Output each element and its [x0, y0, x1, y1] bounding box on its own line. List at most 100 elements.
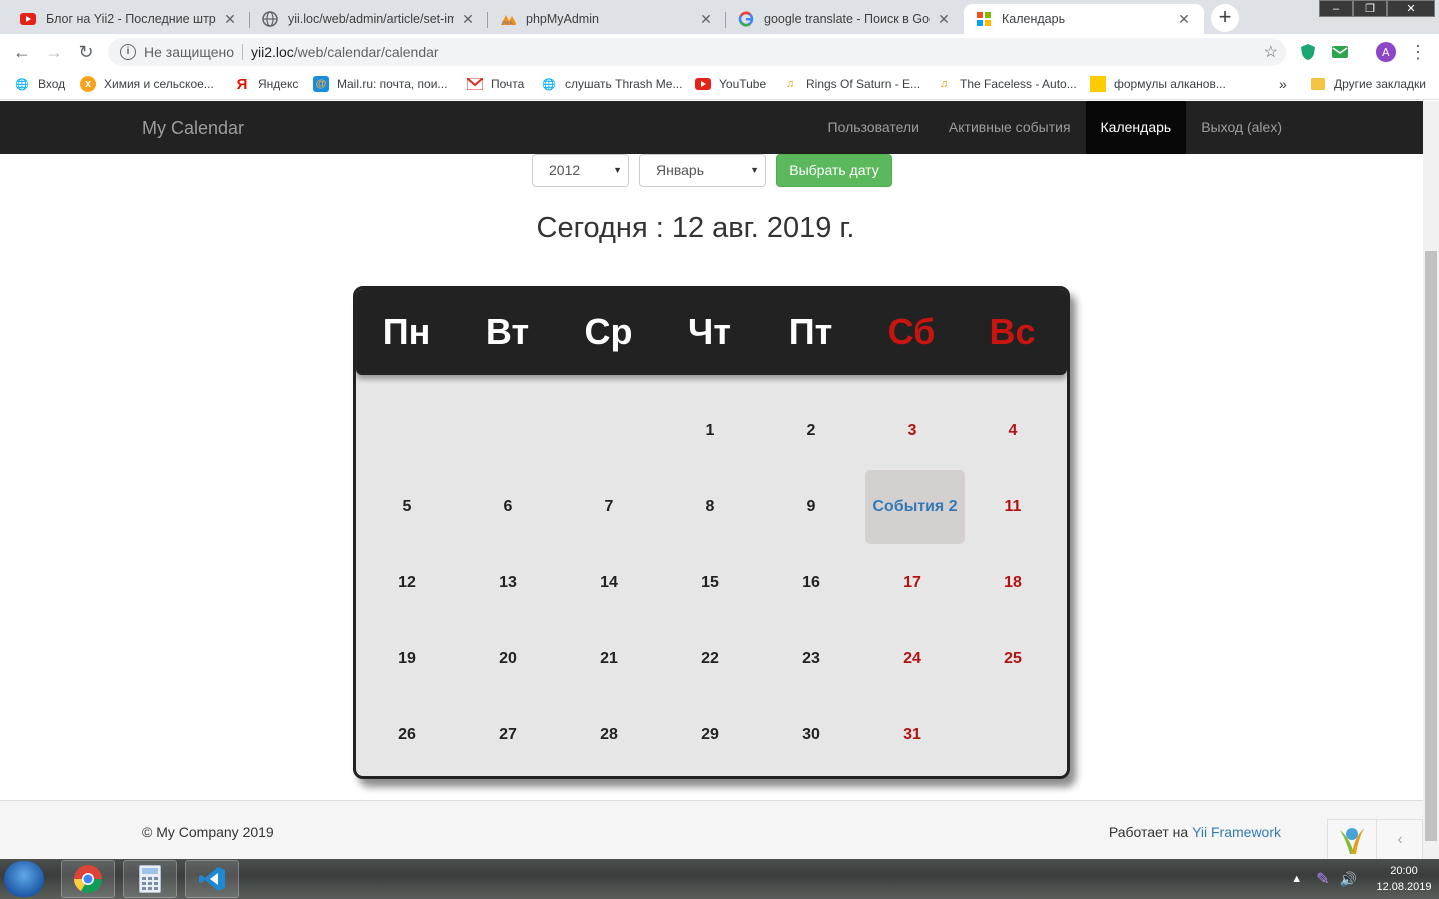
close-tab-icon[interactable]: ✕ — [460, 11, 476, 28]
avatar[interactable]: A — [1376, 42, 1396, 62]
window-controls: – ❐ ✕ — [1319, 0, 1435, 17]
page-scrollbar[interactable] — [1423, 101, 1439, 859]
yii-framework-link[interactable]: Yii Framework — [1192, 824, 1281, 840]
maximize-button[interactable]: ❐ — [1353, 0, 1387, 17]
close-tab-icon[interactable]: ✕ — [936, 11, 952, 28]
calendar-day[interactable]: 14 — [559, 546, 659, 620]
browser-tab[interactable]: Блог на Yii2 - Последние штрихи ✕ — [8, 4, 250, 34]
bookmarks-more-button[interactable]: » — [1279, 76, 1287, 92]
calendar-day[interactable]: 7 — [559, 470, 659, 544]
calendar-day[interactable]: 13 — [458, 546, 558, 620]
minimize-button[interactable]: – — [1319, 0, 1353, 17]
feather-tray-icon[interactable]: ✎ — [1316, 869, 1329, 889]
browser-tab[interactable]: yii.loc/web/admin/article/set-image ✕ — [250, 4, 488, 34]
forward-icon[interactable]: → — [42, 40, 66, 64]
menu-icon[interactable]: ⋮ — [1408, 42, 1428, 62]
gmail-icon — [467, 76, 483, 92]
close-tab-icon[interactable]: ✕ — [1176, 11, 1192, 28]
nav-logout[interactable]: Выход (alex) — [1186, 101, 1297, 154]
bookmark-item[interactable]: @ Mail.ru: почта, пои... — [313, 76, 447, 92]
mail-extension-icon[interactable] — [1330, 42, 1350, 62]
calendar-day[interactable]: 17 — [862, 546, 962, 620]
calculator-taskbar-icon[interactable] — [123, 860, 177, 898]
calendar-day[interactable]: 24 — [862, 622, 962, 696]
volume-icon[interactable]: 🔊 — [1340, 871, 1357, 888]
calendar-day[interactable]: 25 — [963, 622, 1063, 696]
bookmark-item[interactable]: 🌐 Вход — [14, 76, 65, 92]
bookmark-item[interactable]: Почта — [467, 76, 524, 92]
calendar-day[interactable]: 2 — [761, 394, 861, 468]
info-icon[interactable]: i — [120, 44, 136, 60]
close-tab-icon[interactable]: ✕ — [698, 11, 714, 28]
choose-date-button[interactable]: Выбрать дату — [776, 154, 892, 187]
chrome-taskbar-icon[interactable] — [61, 860, 115, 898]
browser-tab[interactable]: PMA phpMyAdmin ✕ — [488, 4, 726, 34]
shield-icon[interactable] — [1298, 42, 1318, 62]
today-heading: Сегодня : 12 авг. 2019 г. — [536, 212, 855, 244]
year-select[interactable]: 2012 ▼ — [532, 154, 629, 187]
globe-icon — [262, 11, 278, 27]
bookmark-item[interactable]: ♫ Rings Of Saturn - E... — [782, 76, 920, 92]
calendar-day[interactable]: 8 — [660, 470, 760, 544]
calendar-day[interactable]: 22 — [660, 622, 760, 696]
bookmark-item[interactable]: Я Яндекс — [234, 76, 299, 93]
start-button[interactable] — [4, 861, 44, 897]
back-icon[interactable]: ← — [10, 40, 34, 64]
footer: © My Company 2019 Работает на Yii Framew… — [0, 800, 1423, 860]
new-tab-button[interactable]: + — [1211, 4, 1239, 32]
nav-users[interactable]: Пользователи — [813, 101, 934, 154]
svg-text:A: A — [1382, 46, 1390, 59]
scrollbar-thumb[interactable] — [1425, 251, 1437, 841]
url-text[interactable]: yii2.loc/web/calendar/calendar — [251, 44, 439, 60]
vscode-taskbar-icon[interactable] — [185, 860, 239, 898]
calendar-day[interactable]: 1 — [660, 394, 760, 468]
bookmark-item[interactable]: 🌐 слушать Thrash Me... — [541, 76, 682, 92]
close-tab-icon[interactable]: ✕ — [222, 11, 238, 28]
system-tray: ▲ ✎ 🔊 20:00 12.08.2019 — [1291, 859, 1439, 899]
bookmark-star-icon[interactable]: ☆ — [1264, 42, 1278, 62]
debug-toggle-button[interactable]: ‹ — [1376, 820, 1423, 860]
calendar-day[interactable]: 11 — [963, 470, 1063, 544]
bookmark-item[interactable]: формулы алканов... — [1090, 76, 1226, 92]
calendar-day[interactable]: 15 — [660, 546, 760, 620]
calendar-day[interactable]: 29 — [660, 698, 760, 772]
bookmark-item[interactable]: ♫ The Faceless - Auto... — [936, 76, 1077, 92]
other-bookmarks[interactable]: Другие закладки — [1310, 76, 1426, 92]
calendar-day[interactable]: 27 — [458, 698, 558, 772]
calendar-day[interactable]: 26 — [357, 698, 457, 772]
browser-toolbar: ← → ↻ i Не защищено yii2.loc/web/calenda… — [0, 34, 1439, 70]
calendar-day[interactable]: 6 — [458, 470, 558, 544]
calendar-day[interactable]: 31 — [862, 698, 962, 772]
calendar-day[interactable]: 9 — [761, 470, 861, 544]
calendar-day[interactable]: 30 — [761, 698, 861, 772]
browser-tab[interactable]: google translate - Поиск в Google ✕ — [726, 4, 964, 34]
bookmark-item[interactable]: YouTube — [695, 76, 766, 92]
reload-icon[interactable]: ↻ — [74, 40, 98, 64]
phpmyadmin-icon: PMA — [500, 11, 516, 27]
copyright-text: © My Company 2019 — [142, 824, 274, 840]
tray-expand-icon[interactable]: ▲ — [1291, 873, 1302, 885]
calendar-day[interactable]: 4 — [963, 394, 1063, 468]
calendar-day[interactable]: 16 — [761, 546, 861, 620]
bookmark-item[interactable]: х Химия и сельское... — [80, 76, 214, 92]
music-icon: ♫ — [785, 78, 795, 90]
nav-active-events[interactable]: Активные события — [934, 101, 1086, 154]
calendar-day[interactable]: 21 — [559, 622, 659, 696]
calendar-day[interactable]: 28 — [559, 698, 659, 772]
calendar-day[interactable]: 5 — [357, 470, 457, 544]
calendar-day[interactable]: 18 — [963, 546, 1063, 620]
brand-link[interactable]: My Calendar — [142, 118, 244, 139]
calendar-day[interactable]: 20 — [458, 622, 558, 696]
address-bar[interactable]: i Не защищено yii2.loc/web/calendar/cale… — [108, 38, 1286, 66]
calendar-day[interactable]: 12 — [357, 546, 457, 620]
browser-tab-active[interactable]: Календарь ✕ — [964, 4, 1204, 34]
calendar-day[interactable]: 3 — [862, 394, 962, 468]
calendar-day[interactable]: 23 — [761, 622, 861, 696]
calendar-day[interactable]: 19 — [357, 622, 457, 696]
nav-calendar[interactable]: Календарь — [1085, 101, 1187, 154]
debug-toolbar[interactable]: ‹ — [1327, 819, 1423, 860]
taskbar-clock[interactable]: 20:00 12.08.2019 — [1369, 863, 1439, 895]
month-select[interactable]: Январь ▼ — [639, 154, 766, 187]
calendar-event-cell[interactable]: События 2 — [865, 470, 965, 544]
close-window-button[interactable]: ✕ — [1387, 0, 1435, 17]
